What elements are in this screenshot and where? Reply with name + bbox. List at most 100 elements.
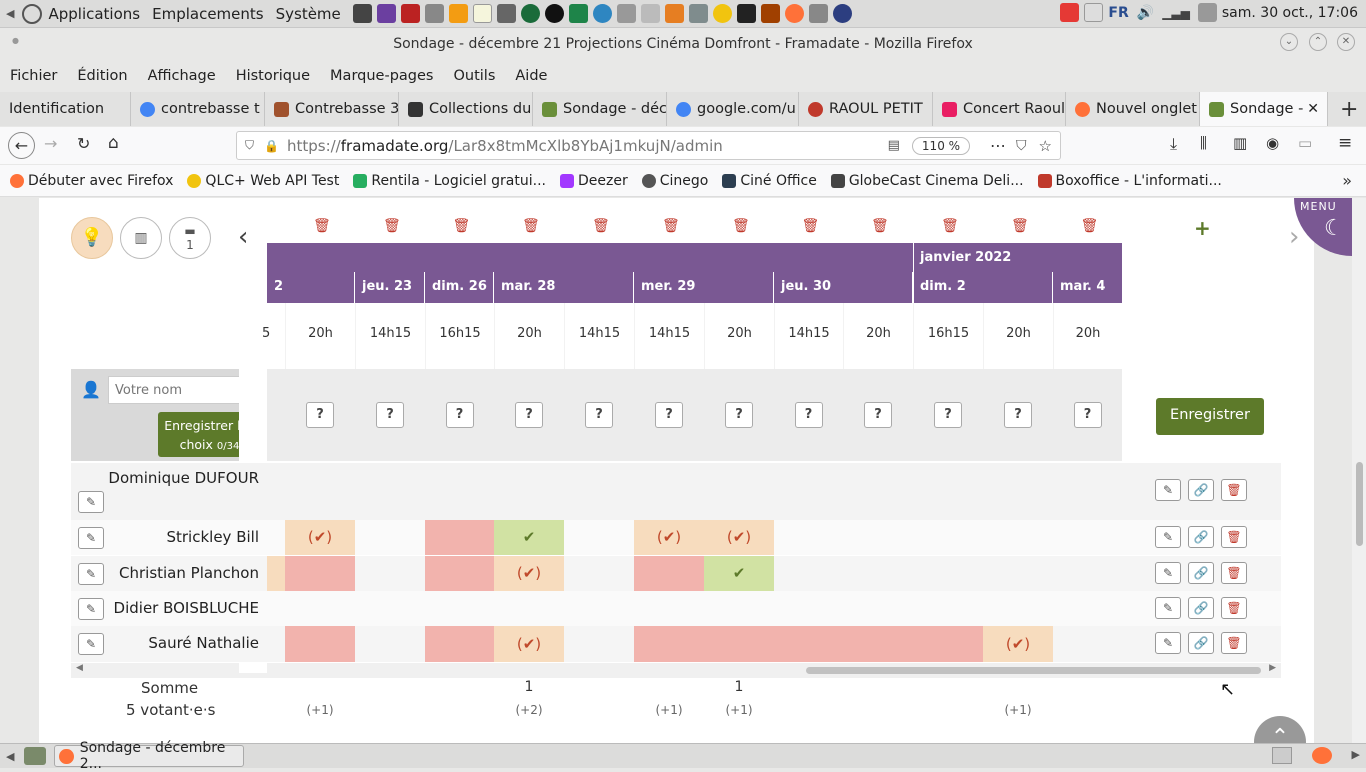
minimize-icon[interactable]: ⌄ — [1280, 33, 1298, 51]
edit-vote-icon[interactable]: ✎ — [78, 563, 104, 585]
back-icon[interactable]: ← — [8, 132, 35, 159]
save-button[interactable]: Enregistrer — [1156, 398, 1264, 435]
launcher-icon[interactable] — [520, 4, 540, 23]
choice-unknown-checkbox[interactable]: ? — [1004, 402, 1032, 428]
add-column-icon[interactable]: + — [1194, 216, 1211, 240]
delete-vote-icon[interactable]: 🗑 — [1221, 562, 1247, 584]
download-icon[interactable]: ⤓ — [1170, 134, 1177, 154]
reload-icon[interactable]: ↻ — [77, 134, 90, 153]
delete-column-icon[interactable]: 🗑 — [662, 218, 680, 236]
panel-menu-system[interactable]: Système — [276, 5, 341, 23]
firefox-icon[interactable] — [784, 4, 804, 23]
launcher-icon[interactable] — [352, 4, 372, 23]
new-tab-icon[interactable]: + — [1340, 97, 1358, 122]
clock[interactable]: sam. 30 oct., 17:06 — [1222, 5, 1358, 21]
library-icon[interactable]: ⫼ — [1200, 134, 1207, 152]
account-icon[interactable]: ◉ — [1266, 134, 1279, 152]
tab-identification[interactable]: Identification — [0, 92, 131, 126]
link-icon[interactable]: 🔗 — [1188, 597, 1214, 619]
edit-vote-icon[interactable]: ✎ — [78, 491, 104, 513]
bookmark-item[interactable]: Boxoffice - L'informati... — [1037, 173, 1222, 189]
bulb-icon[interactable]: 💡 — [71, 217, 113, 259]
menu-help[interactable]: Aide — [515, 68, 547, 84]
vlc-icon[interactable] — [664, 4, 684, 23]
choice-unknown-checkbox[interactable]: ? — [864, 402, 892, 428]
tab[interactable]: google.com/u — [667, 92, 799, 126]
edit-vote-icon[interactable]: ✎ — [1155, 632, 1181, 654]
menu-view[interactable]: Affichage — [148, 68, 216, 84]
choice-unknown-checkbox[interactable]: ? — [515, 402, 543, 428]
delete-vote-icon[interactable]: 🗑 — [1221, 632, 1247, 654]
launcher-icon[interactable] — [472, 4, 492, 23]
delete-vote-icon[interactable]: 🗑 — [1221, 479, 1247, 501]
launcher-icon[interactable] — [640, 4, 660, 23]
launcher-icon[interactable] — [832, 4, 852, 23]
link-icon[interactable]: 🔗 — [1188, 632, 1214, 654]
launcher-icon[interactable] — [376, 4, 396, 23]
menu-file[interactable]: Fichier — [10, 68, 57, 84]
edit-vote-icon[interactable]: ✎ — [1155, 479, 1181, 501]
keyboard-layout[interactable]: FR — [1108, 5, 1128, 21]
reader-view-icon[interactable]: ▤ — [888, 138, 900, 153]
network-icon[interactable]: ▁▃▅ — [1162, 6, 1190, 20]
taskbar-right-arrow-icon[interactable]: ▶ — [1352, 748, 1360, 761]
link-icon[interactable]: 🔗 — [1188, 562, 1214, 584]
vertical-scrollbar-thumb[interactable] — [1356, 462, 1363, 546]
bookmark-item[interactable]: Ciné Office — [722, 173, 817, 189]
window-menu-icon[interactable]: ● — [12, 36, 19, 45]
workspace-icon[interactable] — [1272, 747, 1292, 764]
home-icon[interactable]: ⌂ — [108, 133, 119, 153]
choice-unknown-checkbox[interactable]: ? — [306, 402, 334, 428]
tab-active[interactable]: Sondage - ✕ — [1200, 92, 1328, 126]
delete-vote-icon[interactable]: 🗑 — [1221, 597, 1247, 619]
volume-icon[interactable]: 🔊 — [1137, 5, 1154, 21]
anydesk-icon[interactable] — [1060, 3, 1080, 22]
bookmark-item[interactable]: QLC+ Web API Test — [187, 173, 339, 189]
hamburger-menu-icon[interactable]: ≡ — [1338, 133, 1352, 153]
choice-unknown-checkbox[interactable]: ? — [585, 402, 613, 428]
choice-unknown-checkbox[interactable]: ? — [376, 402, 404, 428]
edit-vote-icon[interactable]: ✎ — [1155, 597, 1181, 619]
taskbar-left-arrow-icon[interactable]: ◀ — [6, 750, 14, 763]
edit-vote-icon[interactable]: ✎ — [1155, 562, 1181, 584]
shield-icon[interactable]: ⛉ — [245, 138, 254, 153]
bookmark-item[interactable]: Débuter avec Firefox — [10, 173, 173, 189]
forward-icon[interactable]: → — [44, 134, 57, 153]
delete-column-icon[interactable]: 🗑 — [453, 218, 471, 236]
bookmark-item[interactable]: Deezer — [560, 173, 628, 189]
distro-logo-icon[interactable] — [22, 3, 43, 24]
launcher-icon[interactable] — [760, 4, 780, 23]
firefox-tray-icon[interactable] — [1312, 747, 1332, 764]
bookmark-star-icon[interactable]: ☆ — [1039, 137, 1052, 155]
maximize-icon[interactable]: ⌃ — [1309, 33, 1327, 51]
hscroll-right-icon[interactable]: ▶ — [1269, 663, 1276, 673]
panel-left-arrow-icon[interactable]: ◀ — [6, 7, 14, 20]
taskbar-window-button[interactable]: Sondage - décembre 2... — [54, 740, 245, 772]
close-window-icon[interactable]: ✕ — [1337, 33, 1355, 51]
link-icon[interactable]: 🔗 — [1188, 479, 1214, 501]
delete-column-icon[interactable]: 🗑 — [383, 218, 401, 236]
choice-unknown-checkbox[interactable]: ? — [934, 402, 962, 428]
menu-history[interactable]: Historique — [236, 68, 310, 84]
bookmark-item[interactable]: Cinego — [641, 173, 708, 189]
delete-column-icon[interactable]: 🗑 — [941, 218, 959, 236]
panel-menu-applications[interactable]: Applications — [48, 5, 140, 23]
delete-column-icon[interactable]: 🗑 — [1081, 218, 1099, 236]
dropbox-icon[interactable] — [1084, 3, 1104, 22]
launcher-icon[interactable] — [712, 4, 732, 23]
choice-unknown-checkbox[interactable]: ? — [445, 402, 474, 428]
menu-tools[interactable]: Outils — [453, 68, 495, 84]
tab[interactable]: RAOUL PETIT — [799, 92, 933, 126]
bookmarks-overflow-icon[interactable]: » — [1342, 171, 1352, 190]
delete-vote-icon[interactable]: 🗑 — [1221, 526, 1247, 548]
launcher-icon[interactable] — [400, 4, 420, 23]
lock-icon[interactable]: 🔒 — [264, 139, 279, 153]
choice-unknown-checkbox[interactable]: ? — [1073, 402, 1102, 428]
menu-bookmarks[interactable]: Marque-pages — [330, 68, 433, 84]
comments-button[interactable]: ▬ 1 — [169, 217, 211, 259]
delete-column-icon[interactable]: 🗑 — [871, 218, 889, 236]
calculator-icon[interactable] — [808, 4, 828, 23]
link-icon[interactable]: 🔗 — [1188, 526, 1214, 548]
terminal-icon[interactable] — [736, 4, 756, 23]
scroll-right-arrow-icon[interactable]: › — [1289, 222, 1299, 252]
